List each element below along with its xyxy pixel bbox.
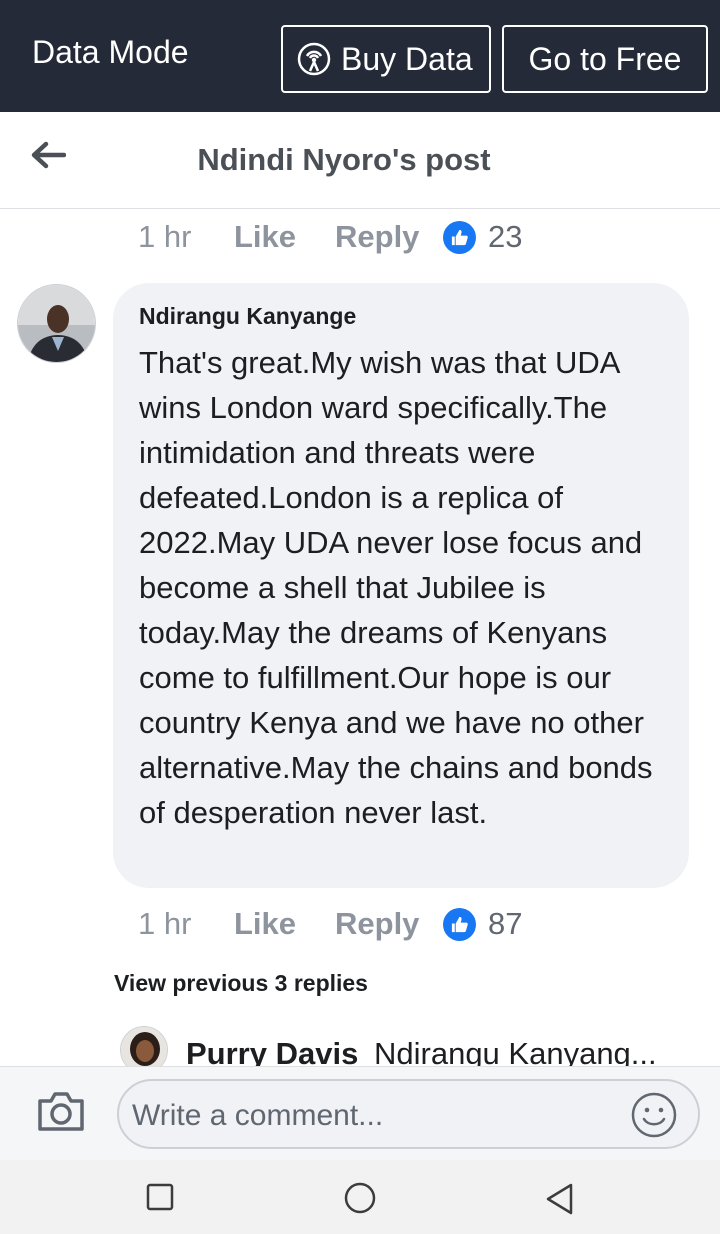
home-button[interactable] [343,1182,377,1219]
smiley-icon [631,1092,677,1138]
system-nav-bar [0,1160,720,1234]
comment-text: That's great.My wish was that UDA wins L… [139,345,653,830]
go-to-free-button[interactable]: Go to Free [502,25,708,93]
view-previous-replies-link[interactable]: View previous 3 replies [114,970,368,997]
data-mode-bar: Data Mode Buy Data Go to Free [0,0,720,112]
comment-time: 1 hr [138,906,192,941]
reply-text: Ndirangu Kanyang... [374,1036,657,1066]
like-reaction-icon [443,220,476,254]
reply-button[interactable]: Reply [335,219,443,255]
circle-home-icon [344,1182,376,1214]
comment-input[interactable]: Write a comment... [117,1079,700,1149]
like-reaction-icon [443,907,476,941]
camera-icon [38,1092,84,1131]
avatar[interactable] [17,284,96,363]
comment-time: 1 hr [138,219,192,254]
comment-composer: Write a comment... [0,1066,720,1160]
post-header: Ndindi Nyoro's post [0,112,720,209]
reply-preview[interactable]: Purry Davis Ndirangu Kanyang... [120,1026,720,1066]
back-nav-button[interactable] [544,1182,576,1221]
reply-author[interactable]: Purry Davis [186,1036,358,1066]
comment-actions: 1 hr Like Reply 87 [138,902,522,946]
square-recents-icon [146,1183,174,1211]
camera-button[interactable] [36,1089,86,1138]
reaction-count[interactable]: 87 [488,906,522,942]
emoji-button[interactable] [630,1091,678,1144]
like-button[interactable]: Like [234,906,335,942]
reply-button[interactable]: Reply [335,906,443,942]
data-mode-label: Data Mode [32,34,189,70]
reaction-count[interactable]: 23 [488,219,522,255]
comment-bubble[interactable]: Ndirangu Kanyange That's great.My wish w… [113,283,689,888]
buy-data-button[interactable]: Buy Data [281,25,491,93]
recents-button[interactable] [145,1182,175,1217]
like-button[interactable]: Like [234,219,335,255]
buy-data-label: Buy Data [341,40,473,77]
comment-author[interactable]: Ndirangu Kanyange [139,303,669,330]
go-to-free-label: Go to Free [528,40,682,77]
signal-tower-icon [297,42,331,76]
page-title: Ndindi Nyoro's post [197,142,491,177]
comment-input-placeholder: Write a comment... [132,1099,384,1132]
prev-comment-actions: 1 hr Like Reply 23 [138,215,522,259]
avatar[interactable] [120,1026,168,1066]
triangle-back-icon [546,1183,573,1215]
